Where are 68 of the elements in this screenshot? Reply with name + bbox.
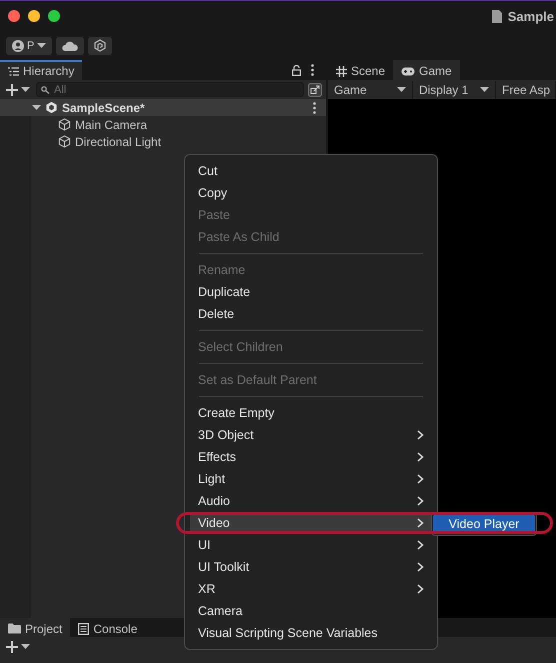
- cube-icon: [58, 118, 71, 131]
- cloud-button[interactable]: [56, 36, 84, 54]
- caret-icon: [21, 86, 30, 92]
- caret-icon: [21, 644, 30, 650]
- hexagon-icon: [94, 39, 106, 52]
- menu-item[interactable]: Light: [190, 468, 432, 490]
- menu-item[interactable]: UI: [190, 534, 432, 556]
- gamepad-icon: [401, 66, 416, 76]
- scene-search-icon[interactable]: [308, 82, 322, 96]
- search-icon: [41, 86, 50, 94]
- search-field[interactable]: All: [36, 82, 304, 97]
- document-icon: [492, 10, 502, 22]
- tree-label: Main Camera: [75, 118, 148, 132]
- view-tab[interactable]: Game: [393, 60, 460, 80]
- more-icon: [311, 64, 314, 76]
- menu-item[interactable]: Delete: [190, 303, 432, 325]
- add-button[interactable]: [4, 640, 32, 652]
- menu-item[interactable]: Create Empty: [190, 402, 432, 424]
- tree-label: SampleScene*: [62, 100, 145, 114]
- menu-item[interactable]: Visual Scripting Scene Variables: [190, 622, 432, 644]
- chevron-right-icon: [417, 496, 424, 506]
- panel-tab[interactable]: Project: [0, 618, 70, 637]
- window-title: Sample: [508, 8, 554, 24]
- hierarchy-tab[interactable]: Hierarchy: [0, 60, 82, 80]
- expand-caret-icon[interactable]: [32, 104, 41, 110]
- chevron-right-icon: [417, 474, 424, 484]
- menu-item[interactable]: 3D Object: [190, 424, 432, 446]
- folder-icon: [8, 623, 21, 634]
- account-button[interactable]: P: [6, 36, 52, 54]
- menu-item[interactable]: XR: [190, 578, 432, 600]
- menu-item[interactable]: Audio: [190, 490, 432, 512]
- lock-icon[interactable]: [292, 64, 301, 76]
- cube-icon: [58, 135, 71, 148]
- grid-icon: [336, 66, 347, 76]
- view-tab[interactable]: Scene: [328, 60, 394, 80]
- minimize-button[interactable]: [28, 10, 40, 22]
- list-icon: [8, 66, 19, 76]
- tree-row[interactable]: Directional Light: [0, 133, 326, 150]
- chevron-right-icon: [417, 584, 424, 594]
- menu-item[interactable]: Effects: [190, 446, 432, 468]
- chevron-right-icon: [417, 540, 424, 550]
- more-icon: [313, 102, 316, 114]
- caret-icon: [396, 86, 406, 92]
- chevron-right-icon: [417, 452, 424, 462]
- cloud-icon: [62, 40, 78, 50]
- maximize-button[interactable]: [48, 10, 60, 22]
- tree-row[interactable]: Main Camera: [0, 116, 326, 133]
- unity-logo-icon: [45, 101, 58, 114]
- menu-item[interactable]: Cut: [190, 160, 432, 182]
- user-icon: [12, 40, 24, 52]
- console-icon: [78, 622, 90, 634]
- close-button[interactable]: [8, 10, 20, 22]
- menu-item[interactable]: Camera: [190, 600, 432, 622]
- menu-item[interactable]: UI Toolkit: [190, 556, 432, 578]
- tree-label: Directional Light: [75, 134, 162, 148]
- add-button[interactable]: [4, 84, 32, 96]
- menu-item[interactable]: Copy: [190, 182, 432, 204]
- menu-item[interactable]: Duplicate: [190, 281, 432, 303]
- plus-icon: [6, 84, 18, 96]
- caret-icon: [37, 42, 46, 48]
- caret-icon: [480, 86, 489, 92]
- package-button[interactable]: [88, 36, 112, 54]
- tree-row[interactable]: SampleScene*: [0, 99, 326, 116]
- panel-tab[interactable]: Console: [70, 618, 146, 637]
- chevron-right-icon: [417, 430, 424, 440]
- chevron-right-icon: [417, 562, 424, 572]
- plus-icon: [6, 640, 18, 652]
- chevron-right-icon: [417, 518, 424, 528]
